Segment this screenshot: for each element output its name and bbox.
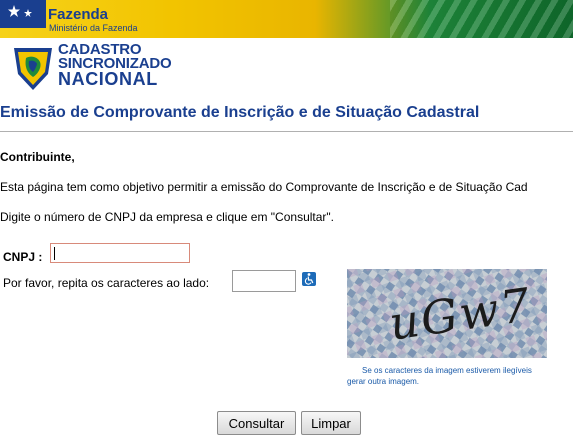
logo-line-3: NACIONAL (58, 69, 158, 89)
title-divider (0, 131, 573, 132)
captcha-label: Por favor, repita os caracteres ao lado: (3, 276, 210, 290)
captcha-refresh-link-2[interactable]: gerar outra imagem. (347, 377, 419, 386)
cnpj-input[interactable] (50, 243, 190, 263)
star-emblem (0, 0, 46, 28)
flag-decoration (390, 0, 573, 38)
captcha-input[interactable] (232, 270, 296, 292)
text-cursor (54, 247, 55, 260)
page-title: Emissão de Comprovante de Inscrição e de… (0, 104, 480, 121)
brazil-shield-icon (14, 48, 52, 90)
intro-text: Esta página tem como objetivo permitir a… (0, 180, 528, 194)
captcha-image: uGw7 (347, 269, 547, 358)
banner-subtitle: Ministério da Fazenda (49, 23, 138, 33)
instruction-text: Digite o número de CNPJ da empresa e cli… (0, 210, 335, 224)
wheelchair-icon[interactable] (302, 272, 316, 286)
stars-icon (8, 5, 32, 17)
banner-title: Fazenda (48, 6, 109, 23)
cnpj-label: CNPJ : (3, 250, 43, 264)
captcha-refresh-link[interactable]: Se os caracteres da imagem estiverem ile… (362, 366, 532, 375)
cadastro-logo: CADASTRO SINCRONIZADO NACIONAL (8, 42, 178, 94)
limpar-button[interactable]: Limpar (301, 411, 361, 435)
consultar-button[interactable]: Consultar (217, 411, 296, 435)
greeting-text: Contribuinte, (0, 150, 75, 164)
gov-banner: Fazenda Ministério da Fazenda (0, 0, 573, 38)
